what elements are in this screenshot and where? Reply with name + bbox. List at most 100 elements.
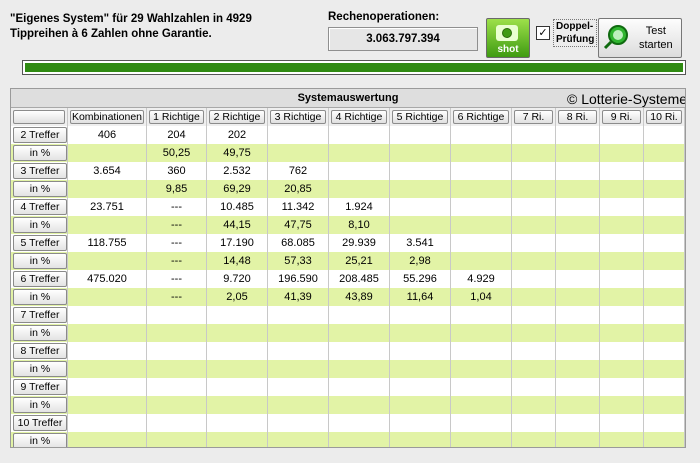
table-cell <box>644 324 685 342</box>
column-header-button[interactable]: 4 Richtige <box>331 110 387 124</box>
row-label-cell: 10 Treffer <box>11 414 68 432</box>
column-header-button[interactable]: 5 Richtige <box>392 110 448 124</box>
table-cell: 17.190 <box>207 234 268 252</box>
double-check-label[interactable]: Doppel- Prüfung <box>553 19 598 47</box>
table-cell <box>644 342 685 360</box>
table-cell <box>329 324 390 342</box>
table-cell <box>207 342 268 360</box>
row-label-button[interactable]: in % <box>13 145 67 161</box>
table-cell <box>451 144 512 162</box>
table-cell <box>147 324 207 342</box>
table-cell <box>390 144 451 162</box>
table-cell: 9,85 <box>147 180 207 198</box>
table-cell: 196.590 <box>268 270 329 288</box>
table-cell <box>390 360 451 378</box>
start-test-label-line-2: starten <box>639 39 673 51</box>
table-cell <box>556 126 600 144</box>
table-cell: 49,75 <box>207 144 268 162</box>
watermark: © Lotterie-Systeme- <box>567 91 686 107</box>
table-cell <box>68 144 147 162</box>
row-label-button[interactable]: 2 Treffer <box>13 127 67 143</box>
screenshot-button[interactable]: shot <box>486 18 530 58</box>
row-label-button[interactable]: in % <box>13 361 67 377</box>
table-cell: 406 <box>68 126 147 144</box>
row-label-button[interactable]: in % <box>13 289 67 305</box>
column-header-cell: 1 Richtige <box>147 108 207 126</box>
table-row: 9 Treffer <box>11 378 685 396</box>
column-header-button[interactable]: 6 Richtige <box>453 110 509 124</box>
column-header-cell: Kombinationen <box>68 108 147 126</box>
row-label-button[interactable]: in % <box>13 397 67 413</box>
row-label-button[interactable]: in % <box>13 433 67 447</box>
table-cell <box>512 270 556 288</box>
table-cell <box>512 306 556 324</box>
table-row: in % <box>11 396 685 414</box>
table-cell <box>644 270 685 288</box>
table-cell <box>329 342 390 360</box>
column-header-button[interactable]: 1 Richtige <box>149 110 204 124</box>
table-cell <box>147 306 207 324</box>
table-cell <box>451 126 512 144</box>
table-cell <box>600 180 644 198</box>
column-header-button[interactable]: 8 Ri. <box>558 110 597 124</box>
column-header-button[interactable]: Kombinationen <box>70 110 144 124</box>
column-header-button[interactable]: 9 Ri. <box>602 110 641 124</box>
table-cell <box>147 414 207 432</box>
row-label-button[interactable]: in % <box>13 253 67 269</box>
table-cell <box>512 144 556 162</box>
table-cell: 2,05 <box>207 288 268 306</box>
column-header-button[interactable] <box>13 110 65 124</box>
row-label-cell: 3 Treffer <box>11 162 68 180</box>
row-label-button[interactable]: 4 Treffer <box>13 199 67 215</box>
table-cell: 57,33 <box>268 252 329 270</box>
table-cell <box>390 378 451 396</box>
table-cell <box>329 432 390 447</box>
row-label-cell: in % <box>11 216 68 234</box>
row-label-button[interactable]: 5 Treffer <box>13 235 67 251</box>
row-label-button[interactable]: 9 Treffer <box>13 379 67 395</box>
table-cell <box>390 324 451 342</box>
table-cell <box>644 180 685 198</box>
row-label-cell: 5 Treffer <box>11 234 68 252</box>
screenshot-button-label: shot <box>497 44 519 55</box>
table-cell <box>556 360 600 378</box>
table-cell <box>329 162 390 180</box>
row-label-button[interactable]: 8 Treffer <box>13 343 67 359</box>
table-cell <box>451 360 512 378</box>
row-label-button[interactable]: 10 Treffer <box>13 415 67 431</box>
progress-bar <box>22 60 686 75</box>
table-cell <box>600 234 644 252</box>
table-cell <box>390 432 451 447</box>
double-check-checkbox[interactable]: ✓ <box>536 26 550 40</box>
table-cell <box>600 270 644 288</box>
row-label-button[interactable]: 7 Treffer <box>13 307 67 323</box>
progress-bar-fill <box>25 63 683 72</box>
table-cell: 43,89 <box>329 288 390 306</box>
column-header-button[interactable]: 7 Ri. <box>514 110 553 124</box>
column-header-button[interactable]: 10 Ri. <box>646 110 682 124</box>
table-cell <box>512 396 556 414</box>
row-label-button[interactable]: in % <box>13 325 67 341</box>
start-test-button[interactable]: Test starten <box>598 18 682 58</box>
table-cell <box>268 342 329 360</box>
table-cell <box>600 198 644 216</box>
table-cell <box>329 396 390 414</box>
row-label-button[interactable]: in % <box>13 217 67 233</box>
table-cell <box>644 252 685 270</box>
system-info-line-2: Tippreihen à 6 Zahlen ohne Garantie. <box>10 28 212 40</box>
row-label-button[interactable]: in % <box>13 181 67 197</box>
table-cell <box>600 288 644 306</box>
table-cell <box>600 432 644 447</box>
table-cell <box>644 216 685 234</box>
double-check-label-line-2: Prüfung <box>556 34 595 45</box>
table-cell <box>512 414 556 432</box>
table-cell: --- <box>147 234 207 252</box>
table-cell <box>451 216 512 234</box>
table-cell: 20,85 <box>268 180 329 198</box>
row-label-button[interactable]: 6 Treffer <box>13 271 67 287</box>
column-header-button[interactable]: 3 Richtige <box>270 110 326 124</box>
row-label-button[interactable]: 3 Treffer <box>13 163 67 179</box>
table-cell <box>512 378 556 396</box>
row-label-cell: in % <box>11 360 68 378</box>
column-header-button[interactable]: 2 Richtige <box>209 110 265 124</box>
